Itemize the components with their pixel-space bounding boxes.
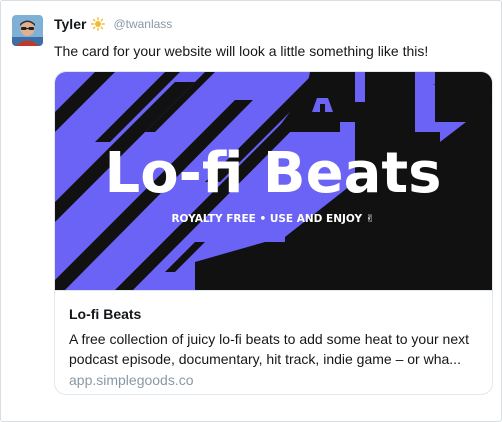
user-name[interactable]: Tyler	[54, 16, 86, 32]
link-card[interactable]: Lo-fi Beats ROYALTY FREE • USE AND ENJOY…	[54, 71, 493, 395]
card-banner-graphic: Lo-fi Beats ROYALTY FREE • USE AND ENJOY…	[55, 72, 492, 290]
tweet: Tyler @twanlass The card for your websit…	[0, 0, 502, 422]
card-image[interactable]: Lo-fi Beats ROYALTY FREE • USE AND ENJOY…	[55, 72, 492, 290]
tweet-header: Tyler @twanlass	[54, 14, 172, 34]
sun-icon	[91, 17, 106, 31]
banner-headline: Lo-fi Beats	[105, 141, 442, 206]
avatar[interactable]	[12, 15, 43, 46]
user-handle[interactable]: @twanlass	[113, 17, 172, 31]
avatar-photo	[12, 15, 43, 46]
card-description: A free collection of juicy lo-fi beats t…	[69, 331, 469, 367]
card-body[interactable]: Lo-fi Beats A free collection of juicy l…	[55, 290, 492, 394]
card-title[interactable]: Lo-fi Beats	[69, 306, 141, 322]
banner-tagline: ROYALTY FREE • USE AND ENJOY ✌	[171, 213, 374, 225]
tweet-text: The card for your website will look a li…	[54, 43, 429, 59]
card-domain[interactable]: app.simplegoods.co	[69, 372, 194, 388]
